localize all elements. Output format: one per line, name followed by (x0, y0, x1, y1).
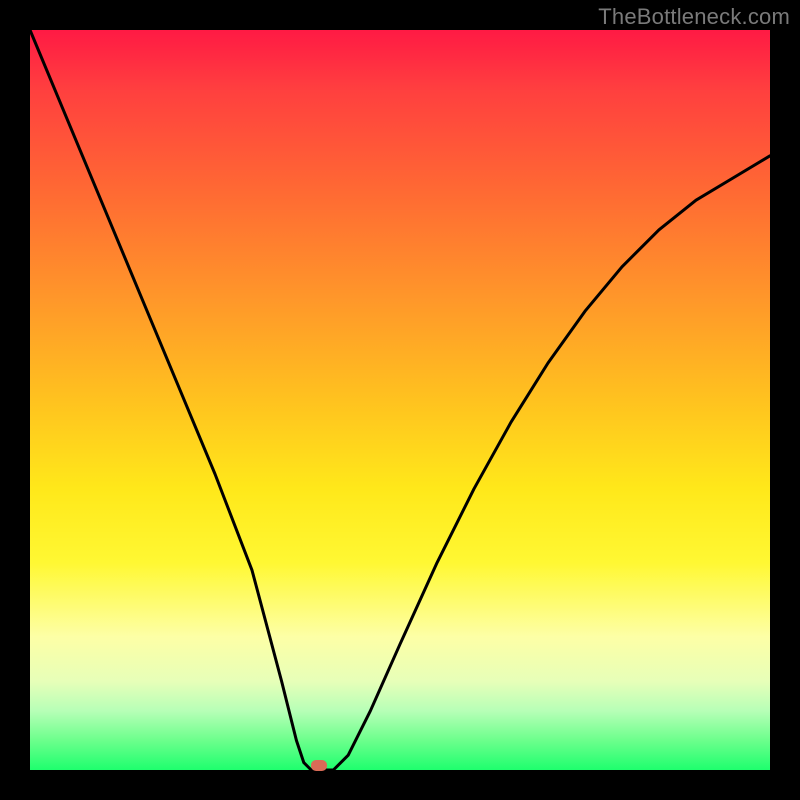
bottleneck-curve (30, 30, 770, 770)
plot-area (30, 30, 770, 770)
watermark-text: TheBottleneck.com (598, 4, 790, 30)
chart-frame: TheBottleneck.com (0, 0, 800, 800)
curve-path (30, 30, 770, 770)
optimum-marker (311, 760, 327, 771)
